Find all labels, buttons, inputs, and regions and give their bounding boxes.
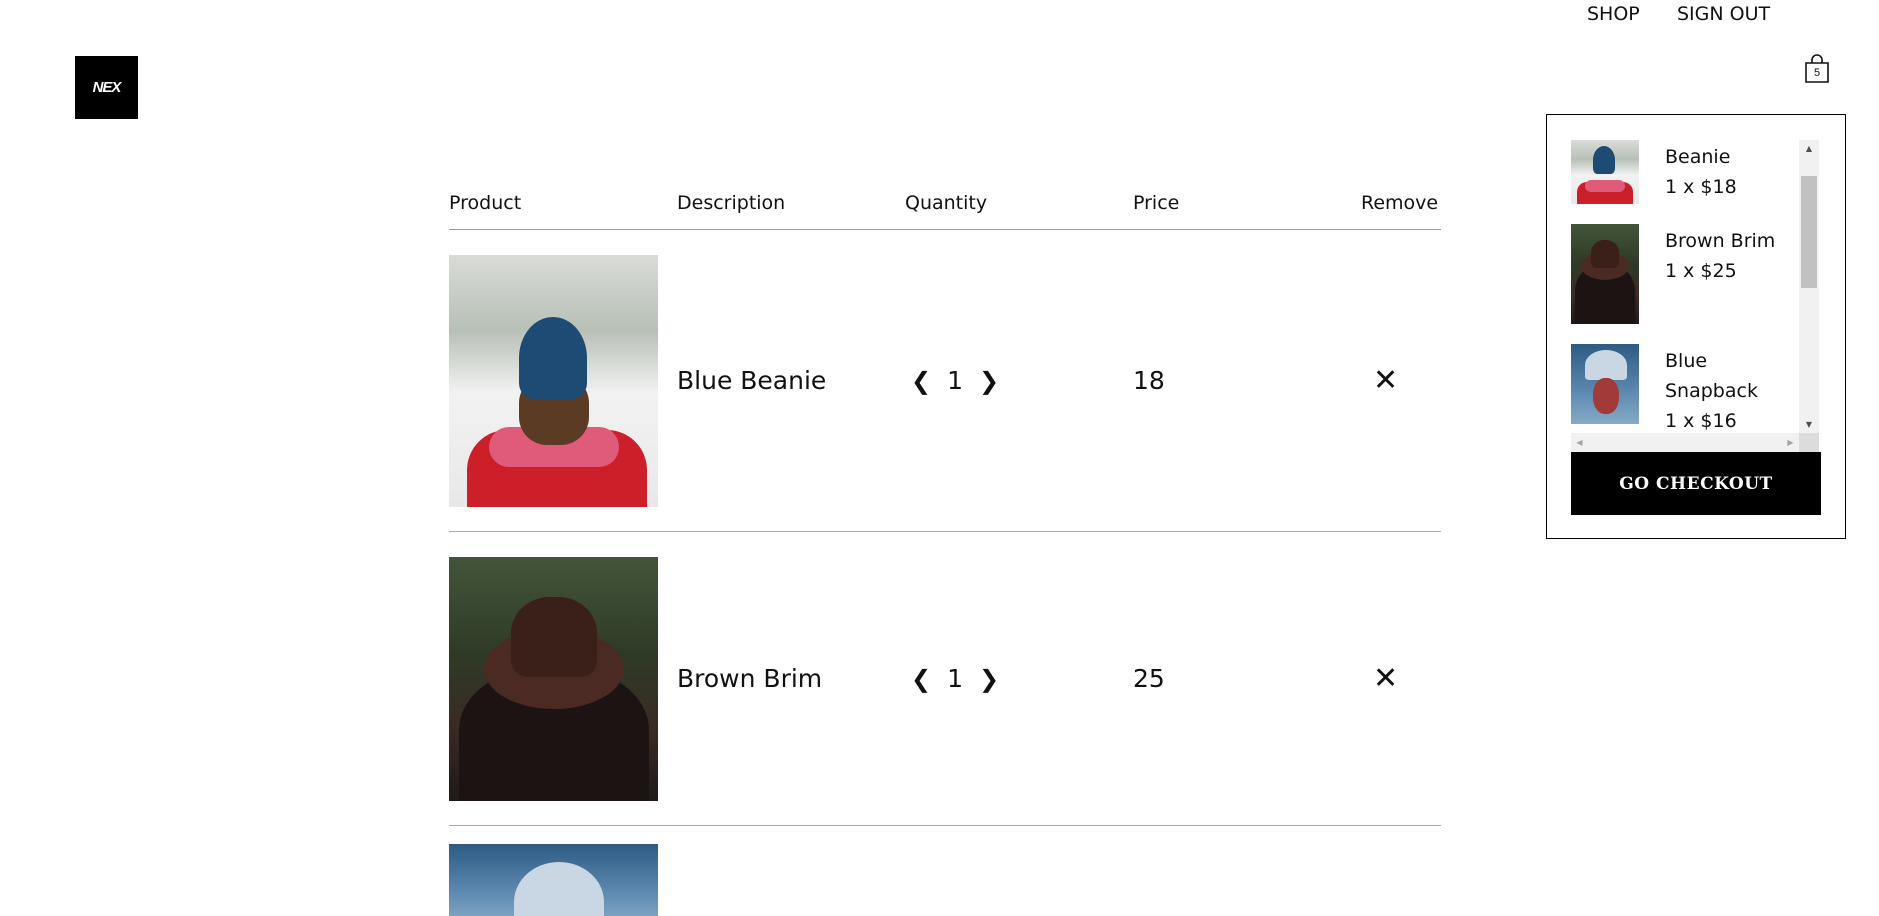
- cart-item-line: 1 x $16: [1665, 410, 1737, 432]
- remove-item-button[interactable]: ✕: [1361, 363, 1398, 398]
- scrollbar-thumb[interactable]: [1801, 176, 1817, 288]
- nav-shop-link[interactable]: SHOP: [1587, 3, 1640, 25]
- quantity-value: 1: [947, 366, 964, 395]
- cart-dropdown-list[interactable]: Beanie 1 x $18 Brown Brim 1 x $25 Blue S…: [1571, 140, 1819, 455]
- logo-text: NEX: [92, 79, 122, 96]
- scroll-up-arrow-icon[interactable]: ▲: [1799, 140, 1819, 157]
- shopping-bag-icon[interactable]: 5: [1804, 54, 1830, 84]
- cart-dropdown: Beanie 1 x $18 Brown Brim 1 x $25 Blue S…: [1546, 114, 1846, 539]
- vertical-scrollbar[interactable]: ▲ ▼: [1799, 140, 1819, 433]
- cart-dropdown-item: Beanie 1 x $18: [1571, 140, 1799, 224]
- checkout-table: Product Description Quantity Price Remov…: [449, 190, 1441, 916]
- table-row: Blue Beanie ❮ 1 ❯ 18 ✕: [449, 230, 1441, 532]
- go-checkout-button[interactable]: GO CHECKOUT: [1571, 452, 1821, 515]
- header-price: Price: [1133, 192, 1180, 214]
- cart-item-line: 1 x $25: [1665, 260, 1737, 282]
- remove-item-button[interactable]: ✕: [1361, 661, 1398, 696]
- nav-sign-out-link[interactable]: SIGN OUT: [1677, 3, 1770, 25]
- increase-quantity-button[interactable]: ❯: [973, 367, 1005, 395]
- quantity-stepper: ❮ 1 ❯: [905, 664, 1133, 693]
- header-product: Product: [449, 192, 522, 214]
- scroll-down-arrow-icon[interactable]: ▼: [1799, 416, 1819, 433]
- cart-item-image: [1571, 224, 1639, 324]
- product-name: Blue Beanie: [677, 366, 827, 395]
- scrollbar-corner: [1799, 433, 1819, 453]
- cart-item-name: Blue Snapback: [1665, 350, 1758, 402]
- increase-quantity-button[interactable]: ❯: [973, 665, 1005, 693]
- product-image-brown-brim: [449, 556, 658, 801]
- product-image-blue-snapback: [449, 844, 658, 916]
- product-price: 18: [1133, 366, 1165, 395]
- cart-dropdown-item: Brown Brim 1 x $25: [1571, 224, 1799, 344]
- product-price: 25: [1133, 664, 1165, 693]
- table-row: Brown Brim ❮ 1 ❯ 25 ✕: [449, 532, 1441, 826]
- cart-count-badge: 5: [1813, 67, 1821, 79]
- decrease-quantity-button[interactable]: ❮: [905, 367, 937, 395]
- brand-logo[interactable]: NEX: [75, 56, 138, 119]
- decrease-quantity-button[interactable]: ❮: [905, 665, 937, 693]
- quantity-value: 1: [947, 664, 964, 693]
- cart-item-image: [1571, 140, 1639, 204]
- cart-item-line: 1 x $18: [1665, 176, 1737, 198]
- product-image-blue-beanie: [449, 254, 658, 507]
- table-row: [449, 826, 1441, 916]
- scroll-left-arrow-icon[interactable]: ◀: [1571, 433, 1588, 453]
- header-description: Description: [677, 192, 786, 214]
- header-remove: Remove: [1361, 192, 1439, 214]
- horizontal-scrollbar[interactable]: ◀ ▶: [1571, 433, 1799, 453]
- quantity-stepper: ❮ 1 ❯: [905, 366, 1133, 395]
- cart-item-name: Brown Brim: [1665, 230, 1776, 252]
- product-name: Brown Brim: [677, 664, 823, 693]
- cart-item-name: Beanie: [1665, 146, 1731, 168]
- header-quantity: Quantity: [905, 192, 988, 214]
- scroll-right-arrow-icon[interactable]: ▶: [1782, 433, 1799, 453]
- cart-item-image: [1571, 344, 1639, 424]
- table-header: Product Description Quantity Price Remov…: [449, 190, 1441, 230]
- cart-dropdown-item: Blue Snapback 1 x $16: [1571, 344, 1799, 433]
